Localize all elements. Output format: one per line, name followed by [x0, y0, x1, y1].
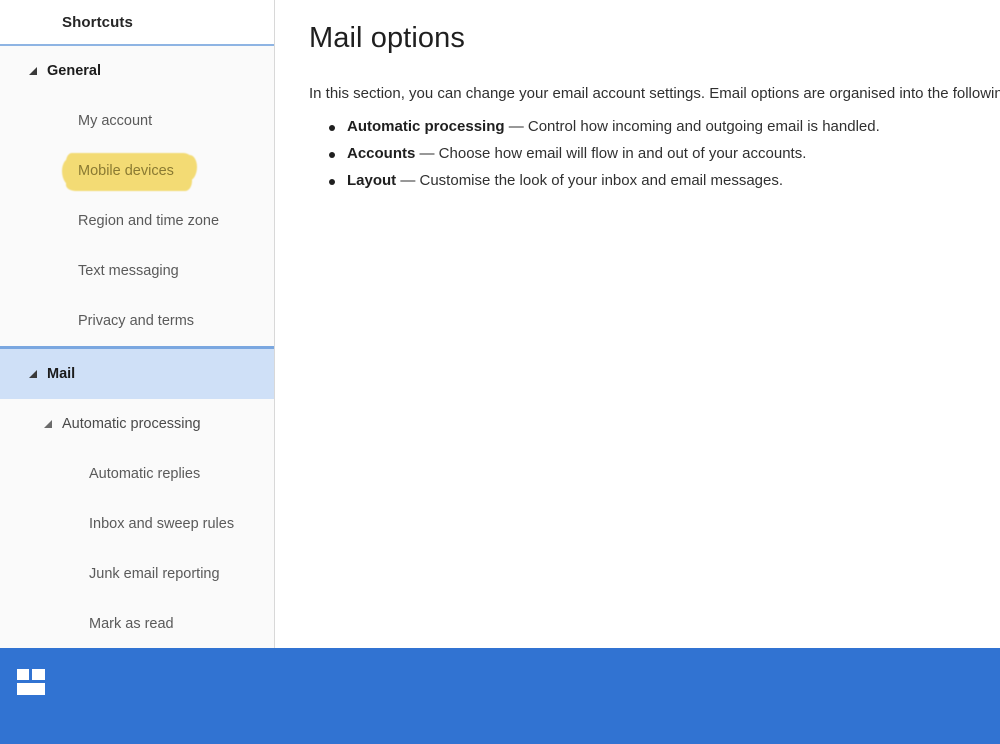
sidebar-item-inbox-and-sweep-rules[interactable]: Inbox and sweep rules — [0, 499, 274, 549]
taskbar — [0, 648, 1000, 744]
sidebar-item-my-account[interactable]: My account — [0, 96, 274, 146]
page-title: Mail options — [309, 22, 1000, 55]
sidebar-item-label: Text messaging — [78, 263, 179, 279]
sidebar-item-mobile-devices[interactable]: Mobile devices — [0, 146, 274, 196]
expander-triangle-icon[interactable] — [29, 67, 37, 75]
sidebar-item-label: My account — [78, 113, 152, 129]
bullet-dot-icon — [329, 179, 335, 185]
start-button[interactable] — [14, 666, 50, 698]
sidebar-header-title: Shortcuts — [62, 14, 133, 31]
sidebar-item-junk-email-reporting[interactable]: Junk email reporting — [0, 549, 274, 599]
sidebar-item-label: Inbox and sweep rules — [89, 516, 234, 532]
sidebar-item-label: Automatic replies — [89, 466, 200, 482]
sidebar-item-label: Privacy and terms — [78, 313, 194, 329]
main-content: Mail options In this section, you can ch… — [275, 0, 1000, 648]
list-item: Accounts — Choose how email will flow in… — [309, 145, 1000, 162]
sidebar-item-label: Region and time zone — [78, 213, 219, 229]
bullet-dot-icon — [329, 152, 335, 158]
expander-triangle-icon[interactable] — [44, 420, 52, 428]
bullet-term: Automatic processing — [347, 118, 505, 135]
sidebar-item-automatic-replies[interactable]: Automatic replies — [0, 449, 274, 499]
sidebar-item-text-messaging[interactable]: Text messaging — [0, 246, 274, 296]
sidebar-item-automatic-processing[interactable]: Automatic processing — [0, 399, 274, 449]
list-item: Layout — Customise the look of your inbo… — [309, 172, 1000, 189]
settings-window: Shortcuts General My account Mobile device… — [0, 0, 1000, 744]
bullet-description: — Customise the look of your inbox and e… — [396, 172, 783, 189]
sidebar-item-general[interactable]: General — [0, 46, 274, 96]
sidebar-item-mark-as-read[interactable]: Mark as read — [0, 599, 274, 648]
expander-triangle-icon[interactable] — [29, 370, 37, 378]
bullet-term: Layout — [347, 172, 396, 189]
list-item: Automatic processing — Control how incom… — [309, 118, 1000, 135]
windows-logo-icon — [17, 669, 47, 695]
workspace: Shortcuts General My account Mobile device… — [0, 0, 1000, 648]
sidebar-item-label: Mark as read — [89, 616, 174, 632]
settings-sidebar: Shortcuts General My account Mobile device… — [0, 0, 275, 648]
sidebar-item-label: Automatic processing — [62, 416, 201, 432]
bullet-dot-icon — [329, 125, 335, 131]
sidebar-item-mail[interactable]: Mail — [0, 346, 274, 399]
bullet-term: Accounts — [347, 145, 415, 162]
sidebar-item-label: Mobile devices — [78, 163, 174, 179]
sidebar-item-label: Junk email reporting — [89, 566, 220, 582]
sidebar-nav-list: General My account Mobile devices Region an… — [0, 46, 274, 648]
category-bullet-list: Automatic processing — Control how incom… — [309, 118, 1000, 189]
sidebar-header: Shortcuts — [0, 0, 274, 44]
sidebar-item-region-and-time-zone[interactable]: Region and time zone — [0, 196, 274, 246]
sidebar-item-label: Mail — [47, 366, 75, 382]
sidebar-item-privacy-and-terms[interactable]: Privacy and terms — [0, 296, 274, 346]
bullet-description: — Choose how email will flow in and out … — [415, 145, 806, 162]
sidebar-item-label: General — [47, 63, 101, 79]
intro-paragraph: In this section, you can change your ema… — [309, 85, 1000, 102]
bullet-description: — Control how incoming and outgoing emai… — [505, 118, 880, 135]
